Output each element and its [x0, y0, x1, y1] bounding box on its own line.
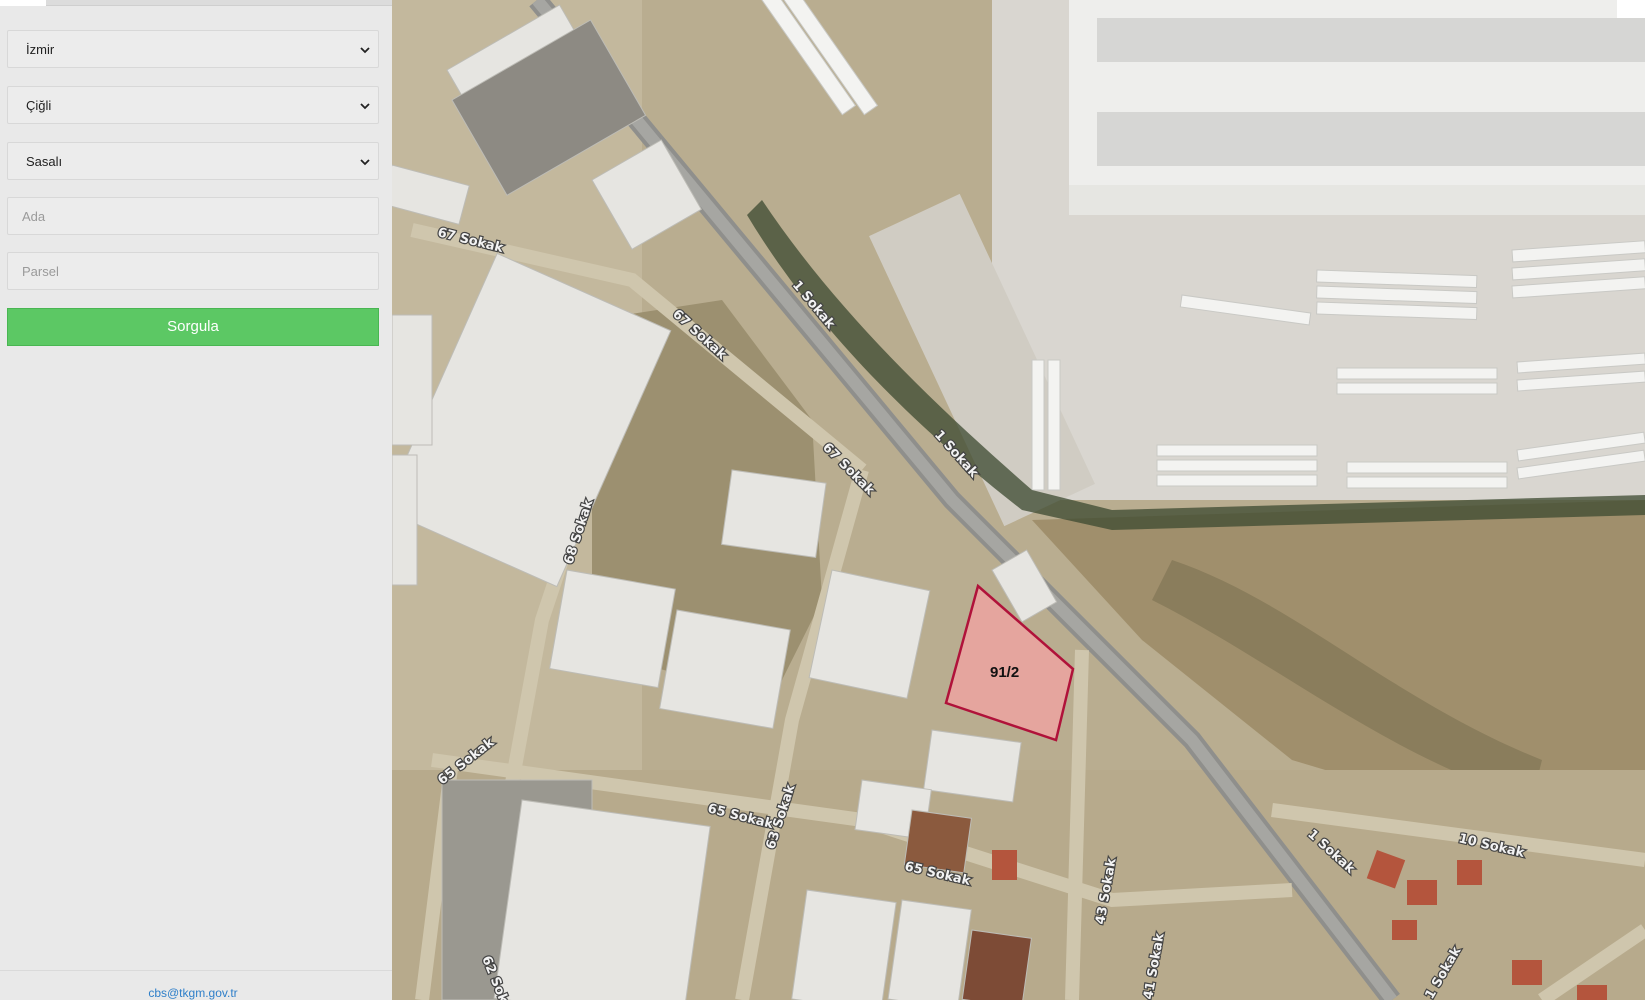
footer: cbs@tkgm.gov.tr: [0, 970, 392, 1000]
tab-active[interactable]: [0, 0, 46, 6]
neighborhood-select[interactable]: Sasalı: [7, 142, 379, 180]
parcel-label: 91/2: [990, 664, 1019, 681]
map-control-icon[interactable]: [1617, 0, 1645, 18]
province-value: İzmir: [26, 42, 55, 57]
parcel-input[interactable]: Parsel: [7, 252, 379, 290]
neighborhood-value: Sasalı: [26, 154, 63, 169]
block-placeholder: Ada: [22, 209, 46, 224]
parcel-placeholder: Parsel: [22, 264, 59, 279]
province-select[interactable]: İzmir: [7, 30, 379, 68]
satellite-map[interactable]: 91/2 67 Sokak 67 Sokak 67 Sokak 1 Sokak …: [392, 0, 1645, 1000]
map-imagery: 91/2 67 Sokak 67 Sokak 67 Sokak 1 Sokak …: [392, 0, 1645, 1000]
chevron-down-icon: [360, 47, 370, 54]
block-input[interactable]: Ada: [7, 197, 379, 235]
tab-inactive[interactable]: [46, 0, 392, 6]
query-panel: İzmir Çiğli Sasalı Ada Parsel Sorgula cb…: [0, 0, 392, 1000]
query-button[interactable]: Sorgula: [7, 308, 379, 346]
district-value: Çiğli: [26, 98, 52, 113]
chevron-down-icon: [360, 103, 370, 110]
contact-email-link[interactable]: cbs@tkgm.gov.tr: [0, 986, 386, 1000]
panel-tabs: [0, 0, 392, 6]
district-select[interactable]: Çiğli: [7, 86, 379, 124]
chevron-down-icon: [360, 159, 370, 166]
